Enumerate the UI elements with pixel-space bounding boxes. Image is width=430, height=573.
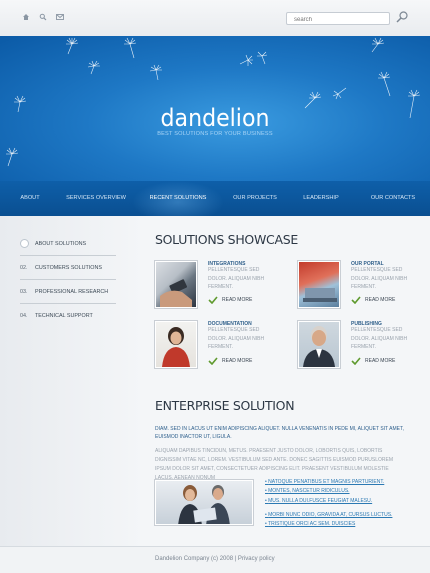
showcase-heading: SOLUTIONS SHOWCASE	[155, 232, 298, 247]
card-text: PELLENTESQUE SED DOLOR. ALIQUAM NIBH FER…	[208, 327, 265, 350]
checkmark-icon	[351, 357, 361, 365]
top-bar	[0, 0, 430, 36]
sidebar-menu: ABOUT SOLUTIONS 02. CUSTOMERS SOLUTIONS …	[20, 232, 116, 328]
nav-item-recent-solutions[interactable]: RECENT SOLUTIONS	[132, 181, 224, 216]
business-people-photo	[178, 485, 230, 524]
card-image-documentation[interactable]	[155, 321, 197, 368]
read-more-link[interactable]: READ MORE	[351, 357, 395, 365]
enterprise-link[interactable]: MONTES, NASCETUR RIDICULUS.	[265, 487, 415, 496]
nav-item-our-projects[interactable]: OUR PROJECTS	[224, 181, 286, 216]
sidebar-item-number: 02.	[20, 264, 28, 271]
nav-item-about[interactable]: ABOUT	[0, 181, 60, 216]
bullet-circle-icon	[20, 239, 29, 248]
sidebar-item-number: 04.	[20, 313, 28, 319]
mail-icon[interactable]	[56, 13, 64, 21]
header-banner: dandelion BEST SOLUTIONS FOR YOUR BUSINE…	[0, 36, 430, 181]
search-icon[interactable]	[39, 13, 47, 21]
card-image-integrations[interactable]	[155, 261, 197, 308]
sidebar-item-customers-solutions[interactable]: 02. CUSTOMERS SOLUTIONS	[20, 256, 116, 280]
sidebar-item-label: CUSTOMERS SOLUTIONS	[35, 264, 102, 271]
top-icons	[22, 13, 64, 21]
card-image-our-portal[interactable]	[298, 261, 340, 308]
nav-item-our-contacts[interactable]: OUR CONTACTS	[356, 181, 430, 216]
enterprise-link[interactable]: MUS. NULLA DUI.FUSCE FEUGIAT MALESU.	[265, 497, 415, 506]
footer-text[interactable]: Dandelion Company (c) 2008 | Privacy pol…	[155, 556, 275, 562]
phone-hand-photo	[160, 279, 192, 307]
enterprise-links: NATOQUE PENATIBUS ET MAGNIS PARTURIENT. …	[265, 478, 415, 529]
woman-phone-photo	[162, 327, 190, 367]
read-more-link[interactable]: READ MORE	[208, 357, 252, 365]
sidebar-item-label: PROFESSIONAL RESEARCH	[35, 288, 109, 295]
site-logo[interactable]: dandelion	[17, 104, 413, 132]
search-button[interactable]	[395, 10, 409, 24]
read-more-label: READ MORE	[222, 358, 253, 364]
enterprise-link[interactable]: TRISTIQUE ORCI AC SEM. DUISCIES	[265, 520, 415, 529]
man-photo	[303, 326, 335, 367]
read-more-link[interactable]: READ MORE	[351, 296, 395, 304]
laptop-photo	[303, 288, 337, 302]
nav-item-leadership[interactable]: LEADERSHIP	[286, 181, 356, 216]
sidebar-item-technical-support[interactable]: 04. TECHNICAL SUPPORT	[20, 304, 116, 328]
read-more-label: READ MORE	[365, 297, 396, 303]
card-image-publishing[interactable]	[298, 321, 340, 368]
enterprise-lead-text: DIAM. SED IN LACUS UT ENIM ADIPISCING AL…	[155, 426, 404, 440]
footer: Dandelion Company (c) 2008 | Privacy pol…	[0, 546, 430, 573]
main-nav: ABOUT SERVICES OVERVIEW RECENT SOLUTIONS…	[0, 181, 430, 216]
enterprise-heading: ENTERPRISE SOLUTION	[155, 398, 295, 413]
magnifier-icon	[396, 11, 408, 23]
checkmark-icon	[208, 357, 218, 365]
checkmark-icon	[351, 296, 361, 304]
home-icon[interactable]	[22, 13, 30, 21]
search-input[interactable]	[286, 12, 390, 25]
sidebar-item-number: 03.	[20, 288, 28, 295]
sidebar-item-label: ABOUT SOLUTIONS	[35, 240, 87, 247]
nav-item-services-overview[interactable]: SERVICES OVERVIEW	[60, 181, 132, 216]
site-tagline: BEST SOLUTIONS FOR YOUR BUSINESS	[157, 131, 273, 137]
enterprise-link[interactable]: NATOQUE PENATIBUS ET MAGNIS PARTURIENT.	[265, 478, 415, 487]
card-text: PELLENTESQUE SED DOLOR. ALIQUAM NIBH FER…	[208, 267, 265, 290]
read-more-link[interactable]: READ MORE	[208, 296, 252, 304]
read-more-label: READ MORE	[365, 358, 396, 364]
card-text: PELLENTESQUE SED DOLOR. ALIQUAM NIBH FER…	[351, 267, 408, 290]
sidebar-item-about-solutions[interactable]: ABOUT SOLUTIONS	[20, 232, 116, 256]
card-text: PELLENTESQUE SED DOLOR. ALIQUAM NIBH FER…	[351, 327, 408, 350]
checkmark-icon	[208, 296, 218, 304]
enterprise-link[interactable]: MORBI NUNC ODIO, GRAVIDA AT, CURSUS LUCT…	[265, 511, 415, 520]
read-more-label: READ MORE	[222, 297, 253, 303]
sidebar-item-professional-research[interactable]: 03. PROFESSIONAL RESEARCH	[20, 280, 116, 304]
enterprise-image	[155, 480, 253, 525]
sidebar-item-label: TECHNICAL SUPPORT	[35, 313, 93, 319]
